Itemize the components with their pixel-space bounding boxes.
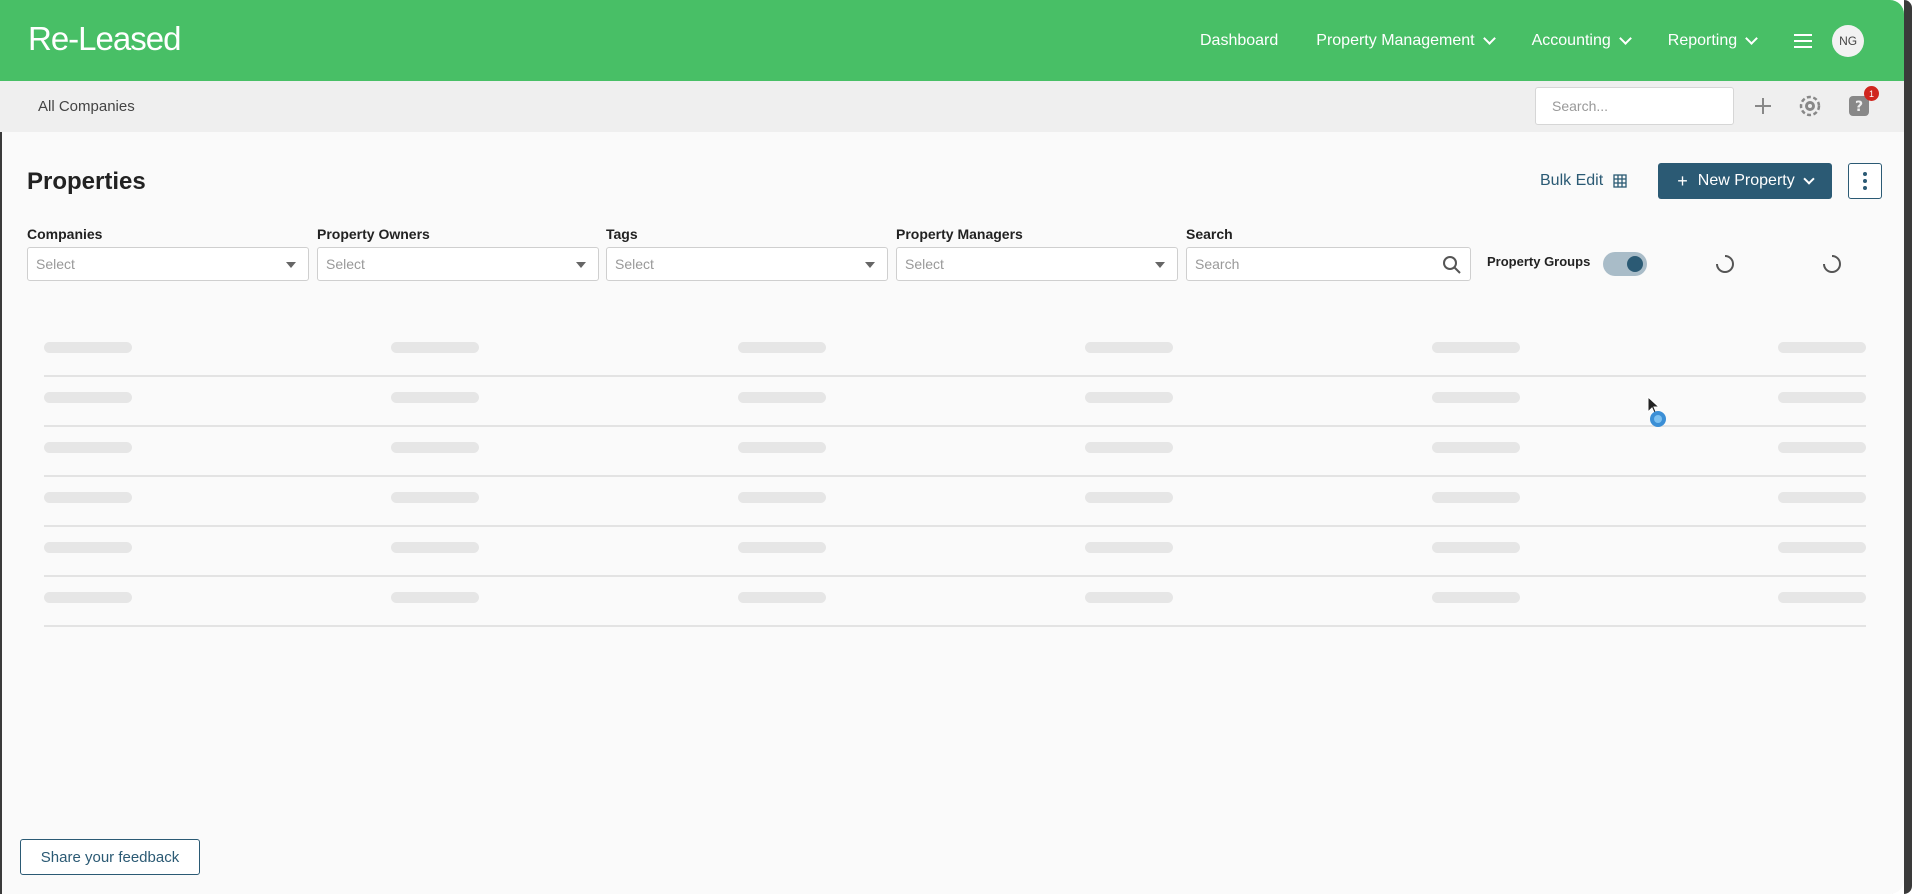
tags-filter-label: Tags: [606, 226, 638, 242]
chevron-down-icon: [1618, 31, 1632, 45]
table-row: [44, 575, 1866, 627]
search-icon: [1443, 256, 1461, 274]
search-filter: Search Search: [1186, 226, 1471, 281]
gear-icon[interactable]: [1798, 94, 1822, 118]
breadcrumb[interactable]: All Companies: [38, 98, 135, 115]
page-title: Properties: [27, 168, 146, 195]
global-search-input[interactable]: Search...: [1535, 87, 1734, 125]
notification-badge: 1: [1864, 86, 1879, 101]
top-navigation-bar: Re-Leased Dashboard Property Management …: [0, 0, 1904, 81]
tags-select[interactable]: Select: [606, 247, 888, 281]
caret-down-icon: [1155, 262, 1165, 268]
hamburger-menu-icon[interactable]: [1794, 33, 1813, 48]
nav-property-management-label: Property Management: [1316, 31, 1475, 49]
nav-dashboard[interactable]: Dashboard: [1200, 32, 1278, 50]
property-groups-toggle[interactable]: [1603, 252, 1647, 276]
app-window: Re-Leased Dashboard Property Management …: [0, 0, 1904, 894]
table-row: [44, 425, 1866, 477]
caret-down-icon: [286, 262, 296, 268]
chevron-down-icon: [1803, 172, 1815, 185]
nav-property-management[interactable]: Property Management: [1316, 31, 1496, 50]
window-edge: [1904, 0, 1920, 894]
table-row: [44, 325, 1866, 377]
table-row: [44, 475, 1866, 527]
mouse-pointer-icon: [1647, 396, 1666, 427]
nav-dashboard-label: Dashboard: [1200, 31, 1279, 49]
companies-filter-label: Companies: [27, 226, 103, 242]
property-owners-filter: Property Owners Select: [317, 226, 599, 281]
bulk-edit-button[interactable]: Bulk Edit: [1540, 172, 1627, 190]
companies-filter: Companies Select: [27, 226, 309, 281]
property-owners-select-placeholder: Select: [326, 256, 365, 272]
share-feedback-button[interactable]: Share your feedback: [20, 839, 200, 875]
tags-select-placeholder: Select: [615, 256, 654, 272]
nav-accounting[interactable]: Accounting: [1531, 31, 1632, 50]
nav-accounting-label: Accounting: [1531, 31, 1611, 49]
table-row: [44, 525, 1866, 577]
nav-reporting[interactable]: Reporting: [1667, 31, 1759, 50]
property-managers-filter-label: Property Managers: [896, 226, 1023, 242]
caret-down-icon: [576, 262, 586, 268]
companies-select[interactable]: Select: [27, 247, 309, 281]
new-property-button[interactable]: + New Property: [1658, 163, 1832, 199]
property-owners-select[interactable]: Select: [317, 247, 599, 281]
user-avatar[interactable]: NG: [1832, 24, 1865, 57]
table-row: [44, 375, 1866, 427]
property-managers-select[interactable]: Select: [896, 247, 1178, 281]
more-options-button[interactable]: [1848, 163, 1882, 199]
property-owners-filter-label: Property Owners: [317, 226, 430, 242]
new-property-label: New Property: [1697, 172, 1795, 189]
chevron-down-icon: [1482, 31, 1496, 45]
companies-select-placeholder: Select: [36, 256, 75, 272]
plus-icon[interactable]: [1754, 97, 1772, 115]
search-filter-label: Search: [1186, 226, 1233, 242]
grid-icon: [1613, 174, 1627, 188]
sub-header-bar: All Companies Search... ? 1: [0, 81, 1904, 132]
app-logo[interactable]: Re-Leased: [28, 20, 181, 58]
loading-spinner-icon: [1823, 255, 1841, 273]
tags-filter: Tags Select: [606, 226, 888, 281]
chevron-down-icon: [1745, 31, 1759, 45]
svg-text:?: ?: [1855, 99, 1863, 115]
bulk-edit-label: Bulk Edit: [1540, 172, 1604, 189]
search-input[interactable]: Search: [1186, 247, 1471, 281]
property-managers-select-placeholder: Select: [905, 256, 944, 272]
main-nav: Dashboard Property Management Accounting…: [1200, 0, 1865, 81]
caret-down-icon: [865, 262, 875, 268]
plus-icon: +: [1677, 170, 1688, 191]
property-managers-filter: Property Managers Select: [896, 226, 1178, 281]
search-input-placeholder: Search: [1195, 256, 1240, 272]
property-groups-label: Property Groups: [1487, 254, 1591, 269]
nav-reporting-label: Reporting: [1667, 31, 1738, 49]
loading-spinner-icon: [1716, 255, 1734, 273]
